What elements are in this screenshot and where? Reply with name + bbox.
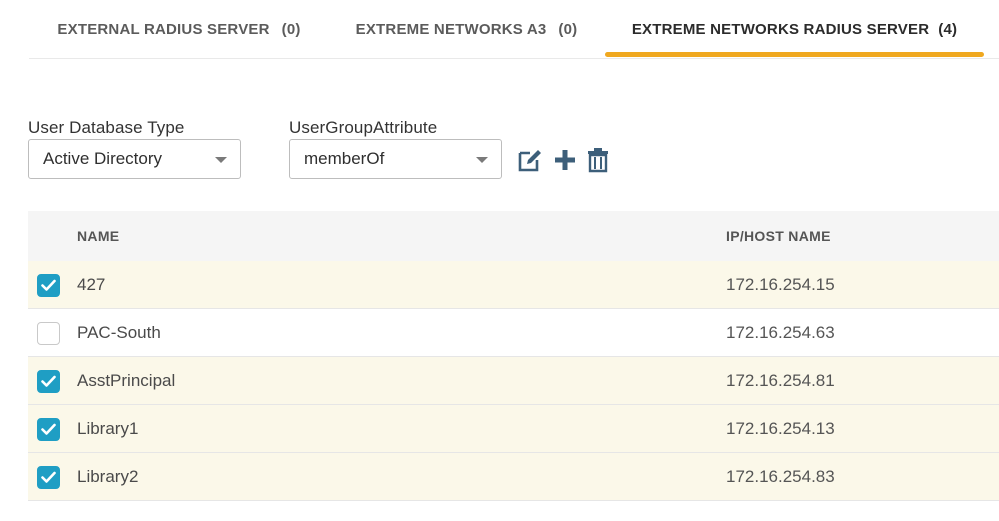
row-name: Library2 [77, 466, 139, 486]
table-row[interactable]: 427 172.16.254.15 [28, 261, 999, 309]
selected-value: memberOf [304, 149, 385, 168]
caret-down-icon [215, 157, 227, 163]
table-row[interactable]: AsstPrincipal 172.16.254.81 [28, 357, 999, 405]
check-icon [41, 471, 56, 483]
column-header-name[interactable]: NAME [77, 211, 119, 261]
tab-label: EXTREME NETWORKS A3 [355, 20, 547, 38]
row-checkbox[interactable] [37, 370, 60, 393]
table-row[interactable]: Library1 172.16.254.13 [28, 405, 999, 453]
row-ip-host-name: 172.16.254.81 [726, 370, 835, 390]
tab-count: (0) [281, 20, 301, 38]
radius-server-panel: EXTERNAL RADIUS SERVER (0) EXTREME NETWO… [0, 0, 999, 521]
row-ip-host-name: 172.16.254.13 [726, 418, 835, 438]
tab-external-radius-server[interactable]: EXTERNAL RADIUS SERVER (0) [29, 0, 329, 58]
selected-value: Active Directory [43, 149, 163, 168]
delete-button[interactable] [584, 146, 612, 174]
tab-extreme-networks-a3[interactable]: EXTREME NETWORKS A3 (0) [334, 0, 599, 58]
trash-icon [588, 148, 608, 173]
check-icon [41, 423, 56, 435]
tab-count: (0) [558, 20, 578, 38]
row-name: AsstPrincipal [77, 370, 176, 390]
row-name: 427 [77, 274, 106, 294]
user-database-type-select[interactable]: Active Directory [28, 139, 241, 179]
tab-label: EXTERNAL RADIUS SERVER [57, 20, 270, 38]
row-checkbox[interactable] [37, 466, 60, 489]
user-group-attribute-label: UserGroupAttribute [289, 118, 438, 137]
plus-icon [555, 150, 575, 170]
radius-server-table: NAME IP/HOST NAME 427 172.16.254.15 PAC-… [28, 211, 999, 501]
tab-count: (4) [938, 20, 958, 38]
server-type-tabs: EXTERNAL RADIUS SERVER (0) EXTREME NETWO… [29, 0, 999, 59]
user-database-type-label: User Database Type [28, 118, 185, 137]
user-group-attribute-select[interactable]: memberOf [289, 139, 502, 179]
row-checkbox[interactable] [37, 274, 60, 297]
row-name: PAC-South [77, 322, 161, 342]
row-checkbox[interactable] [37, 418, 60, 441]
table-header: NAME IP/HOST NAME [28, 211, 999, 261]
add-button[interactable] [551, 146, 579, 174]
table-body: 427 172.16.254.15 PAC-South 172.16.254.6… [28, 261, 999, 501]
row-checkbox[interactable] [37, 322, 60, 345]
check-icon [41, 279, 56, 291]
column-header-ip-host-name[interactable]: IP/HOST NAME [726, 211, 831, 261]
active-tab-indicator [605, 52, 984, 57]
row-ip-host-name: 172.16.254.63 [726, 322, 835, 342]
table-row[interactable]: Library2 172.16.254.83 [28, 453, 999, 501]
tab-extreme-networks-radius-server[interactable]: EXTREME NETWORKS RADIUS SERVER (4) [605, 0, 984, 58]
caret-down-icon [476, 157, 488, 163]
row-name: Library1 [77, 418, 139, 438]
row-ip-host-name: 172.16.254.83 [726, 466, 835, 486]
edit-button[interactable] [516, 146, 544, 174]
tab-label: EXTREME NETWORKS RADIUS SERVER [631, 20, 930, 38]
table-row[interactable]: PAC-South 172.16.254.63 [28, 309, 999, 357]
check-icon [41, 375, 56, 387]
edit-icon [518, 150, 541, 172]
row-ip-host-name: 172.16.254.15 [726, 274, 835, 294]
